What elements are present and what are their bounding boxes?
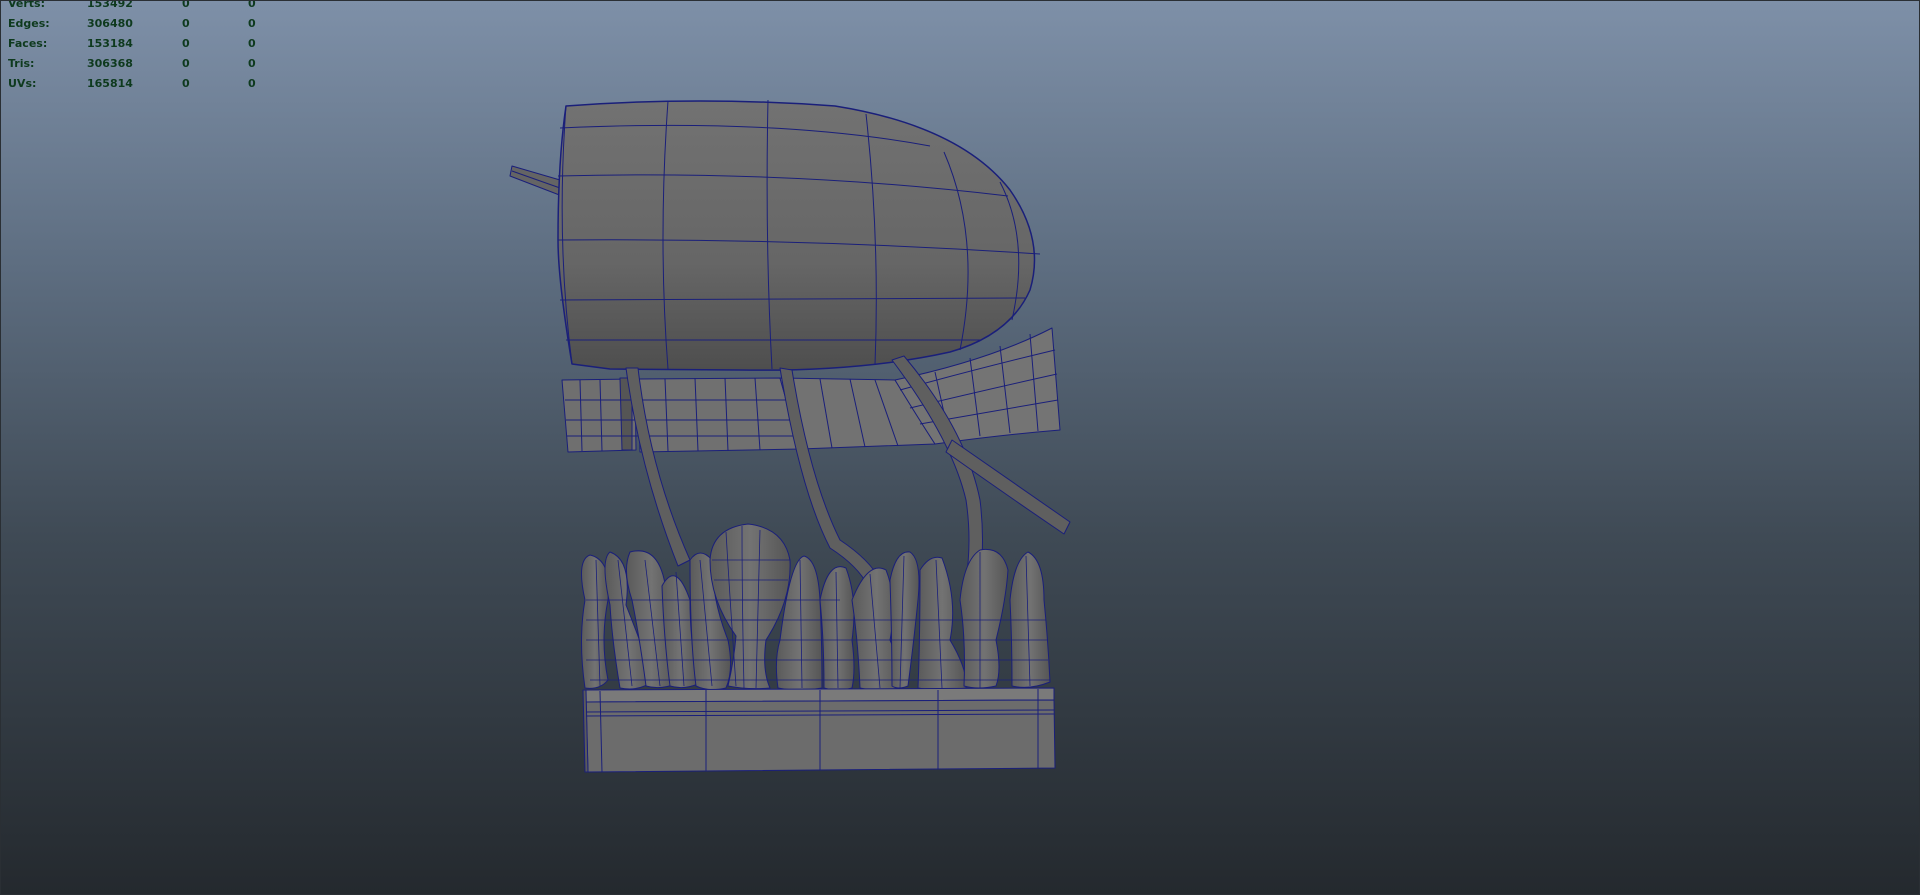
shell-mesh[interactable] [557, 99, 1041, 371]
antenna-mesh[interactable] [509, 165, 563, 197]
3d-viewport[interactable]: Verts: 153492 0 0 Edges: 306480 0 0 Face… [0, 0, 1920, 895]
mesh-model[interactable] [0, 0, 1920, 895]
base-mesh[interactable] [582, 687, 1056, 773]
